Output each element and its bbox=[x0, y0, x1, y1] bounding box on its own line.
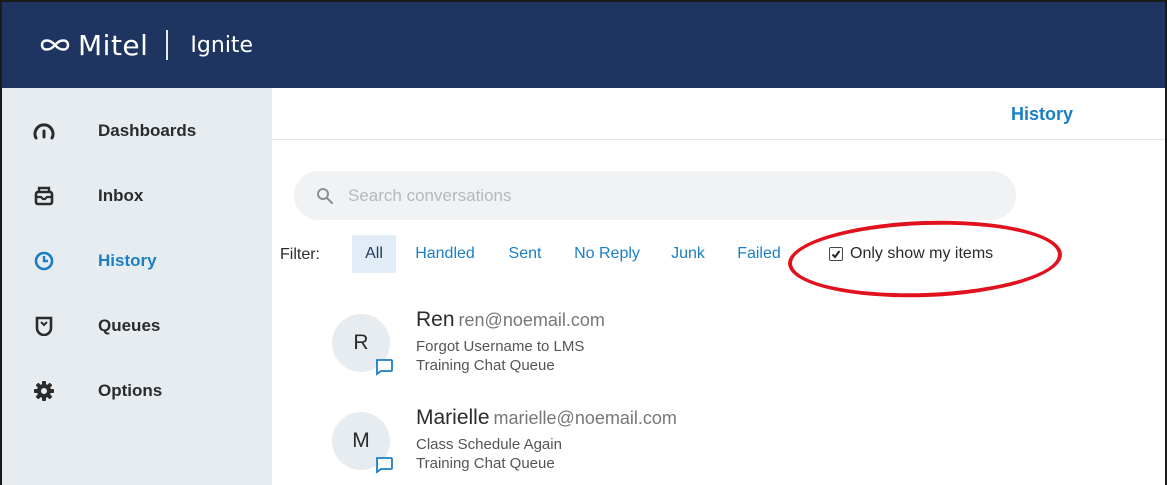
filter-label: Filter: bbox=[280, 246, 320, 263]
sidebar-item-queues[interactable]: Queues bbox=[2, 301, 272, 351]
main-content: History Filter: All Handled Sent No Repl… bbox=[272, 88, 1165, 485]
search-icon bbox=[317, 187, 334, 204]
clock-icon bbox=[32, 249, 56, 273]
mitel-logo-icon bbox=[40, 39, 70, 51]
only-my-items-checkbox[interactable] bbox=[829, 247, 843, 261]
sidebar-item-label: Options bbox=[98, 381, 163, 400]
checkmark-icon bbox=[831, 250, 841, 259]
filter-all[interactable]: All bbox=[352, 235, 396, 273]
contact-email: marielle@noemail.com bbox=[493, 408, 677, 428]
conversation-contact: Marielle marielle@noemail.com bbox=[416, 406, 677, 430]
page-title: History bbox=[1010, 104, 1073, 124]
contact-name: Ren bbox=[416, 308, 455, 331]
only-my-items-label: Only show my items bbox=[850, 245, 994, 262]
conversation-queue: Training Chat Queue bbox=[416, 357, 555, 374]
sidebar-item-history[interactable]: History bbox=[2, 236, 272, 286]
filter-failed[interactable]: Failed bbox=[733, 235, 785, 273]
brand-divider bbox=[166, 30, 169, 60]
sidebar-item-options[interactable]: Options bbox=[2, 366, 272, 416]
list-item[interactable]: R Ren ren@noemail.com Forgot Username to … bbox=[332, 308, 1132, 386]
inbox-icon bbox=[32, 184, 56, 208]
gear-icon bbox=[32, 379, 56, 403]
conversation-subject: Class Schedule Again bbox=[416, 436, 562, 453]
list-item[interactable]: M Marielle marielle@noemail.com Class Sch… bbox=[332, 406, 1132, 484]
sidebar-item-label: Dashboards bbox=[98, 121, 197, 140]
filter-handled[interactable]: Handled bbox=[409, 235, 481, 273]
chat-icon bbox=[375, 359, 393, 376]
top-bar: Mitel Ignite bbox=[2, 2, 1165, 88]
search-bar[interactable] bbox=[294, 171, 1016, 220]
filter-sent[interactable]: Sent bbox=[503, 235, 547, 273]
contact-name: Marielle bbox=[416, 406, 490, 429]
filter-junk[interactable]: Junk bbox=[665, 235, 711, 273]
chat-icon bbox=[375, 457, 393, 474]
filter-no-reply[interactable]: No Reply bbox=[567, 235, 647, 273]
search-input[interactable] bbox=[348, 185, 948, 206]
brand[interactable]: Mitel Ignite bbox=[40, 29, 253, 62]
product-name: Ignite bbox=[190, 32, 254, 58]
conversation-contact: Ren ren@noemail.com bbox=[416, 308, 605, 332]
sidebar-item-dashboards[interactable]: Dashboards bbox=[2, 106, 272, 156]
only-my-items-toggle[interactable]: Only show my items bbox=[829, 235, 993, 273]
conversation-queue: Training Chat Queue bbox=[416, 455, 555, 472]
gauge-icon bbox=[32, 119, 56, 143]
page-header: History bbox=[272, 88, 1165, 140]
sidebar: Dashboards Inbox History Queues Options bbox=[2, 88, 272, 485]
filter-bar: Filter: All Handled Sent No Reply Junk F… bbox=[272, 235, 1165, 275]
app-window: Mitel Ignite Dashboards Inbox History Qu… bbox=[0, 0, 1167, 485]
sidebar-item-inbox[interactable]: Inbox bbox=[2, 171, 272, 221]
contact-email: ren@noemail.com bbox=[458, 310, 605, 330]
brand-name: Mitel bbox=[78, 28, 149, 62]
sidebar-item-label: Queues bbox=[98, 316, 161, 335]
sidebar-item-label: Inbox bbox=[98, 186, 144, 205]
queue-icon bbox=[32, 314, 56, 338]
sidebar-item-label: History bbox=[98, 251, 157, 270]
conversation-subject: Forgot Username to LMS bbox=[416, 338, 585, 355]
